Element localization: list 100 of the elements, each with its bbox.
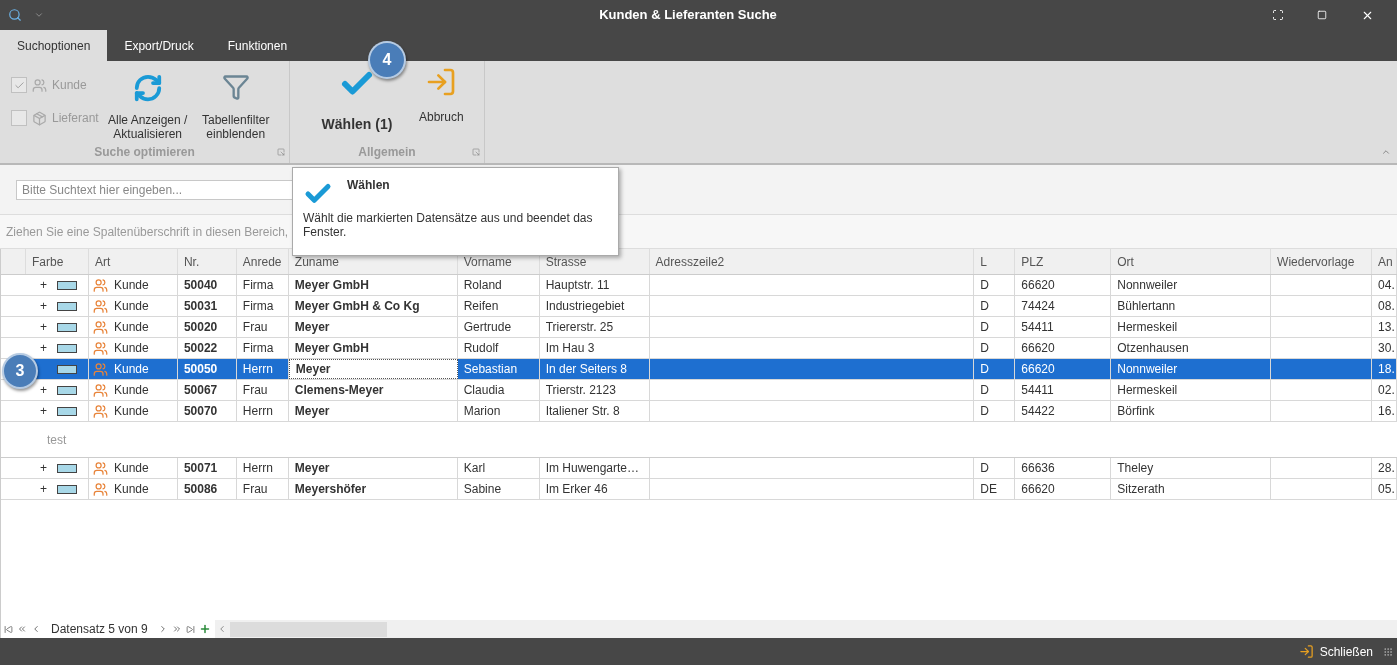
collapse-icon[interactable] [1381,147,1391,157]
column-header[interactable]: Art [88,249,178,274]
refresh-button[interactable]: Alle Anzeigen / Aktualisieren [104,73,191,141]
table-cell-text: 66620 [1021,361,1055,378]
table-cell-text: Meyer [294,403,330,420]
launcher-icon[interactable] [472,148,480,156]
table-cell-text: Clemens-Meyer [294,382,384,399]
table-cell-text: Kunde [113,481,149,498]
expand-toggle[interactable]: + [40,318,47,336]
expand-toggle[interactable]: + [40,459,47,477]
table-cell-text: 16. [1378,403,1395,420]
cancel-button[interactable]: Abbruch [419,66,464,126]
table-cell-text: Hauptstr. 11 [545,277,610,294]
table-cell-text: 13. [1378,319,1395,336]
table-cell-text: 66620 [1021,340,1055,357]
table-row[interactable]: + Kunde 50067 Frau Clemens-Meyer Claudia Trierstr. 2123 D 54411 Hermeskeil 02. [1,380,1397,401]
table-cell-text: 54411 [1021,319,1054,336]
ribbon-tab[interactable]: Funktionen [210,30,305,61]
people-icon [92,340,108,356]
table-cell-text: Frau [242,481,268,498]
expand-toggle[interactable]: + [40,402,47,420]
fullscreen-icon[interactable] [1272,9,1284,21]
previous-record-icon[interactable] [31,624,41,634]
column-header[interactable]: Adresszeile2 [649,249,975,274]
table-cell-text: Kunde [113,277,149,294]
table-cell-text: Meyer [294,319,330,336]
table-cell-text: 02. [1378,382,1395,399]
table-cell-text: 66620 [1021,481,1055,498]
dropdown-icon[interactable] [34,10,44,20]
column-header[interactable]: An [1372,249,1397,274]
group-row-label: test [47,431,67,449]
maximize-icon[interactable] [1317,10,1327,20]
table-row[interactable]: + Kunde 50031 Firma Meyer GmbH & Co Kg Reifen Industriegebiet D 74424 Bühlertann 08. [1,296,1397,317]
refresh-icon [132,73,163,103]
table-row[interactable]: + Kunde 50086 Frau Meyershöfer Sabine Im Erker 46 DE 66620 Sitzerath 05. [1,479,1397,500]
table-cell-text: 50020 [183,319,218,336]
scrollbar-thumb[interactable] [229,621,387,637]
table-cell-text: Roland [463,277,502,294]
column-header[interactable]: Farbe [26,249,89,274]
table-cell-text: Kunde [113,340,149,357]
search-icon[interactable] [8,8,22,22]
previous-page-icon[interactable] [17,624,27,634]
group-label: Allgemein [358,144,416,161]
add-icon[interactable] [198,623,211,635]
table-cell-text: Sitzerath [1117,481,1165,498]
group-label: Suche optimieren [94,144,195,161]
checkbox[interactable] [11,110,27,126]
resize-grip-icon[interactable] [1383,646,1393,657]
launcher-icon[interactable] [277,148,285,156]
first-record-icon[interactable] [4,624,13,634]
table-cell-text: Im Huwengarte… [545,460,639,477]
expand-toggle[interactable]: + [40,276,47,294]
table-row[interactable]: + Kunde 50040 Firma Meyer GmbH Roland Hauptstr. 11 D 66620 Nonnweiler 04. [1,275,1397,296]
table-cell-text: 04. [1378,277,1395,294]
filter-button[interactable]: Tabellenfilter einblenden [196,73,275,141]
table-cell-text: Reifen [463,298,499,315]
table-cell-text: Sebastian [463,361,518,378]
table-cell-text: Nonnweiler [1117,361,1178,378]
column-header[interactable]: L [974,249,1016,274]
table-cell-text: 66620 [1021,277,1055,294]
table-cell-text: Italiener Str. 8 [545,403,620,420]
expand-toggle[interactable]: + [40,381,47,399]
table-cell-text: Karl [463,460,486,477]
table-cell-text: Bühlertann [1117,298,1176,315]
expand-toggle[interactable]: + [40,480,47,498]
table-cell-text: 50071 [183,460,218,477]
last-record-icon[interactable] [185,624,195,634]
ribbon-tab[interactable]: Suchoptionen [0,30,108,61]
table-row[interactable]: + Kunde 50070 Herrn Meyer Marion Italiener Str. 8 D 54422 Börfink 16. [1,401,1397,422]
table-cell-text: 50086 [183,481,218,498]
column-header[interactable]: Anrede [236,249,289,274]
expand-toggle[interactable]: + [40,297,47,315]
check-icon [13,79,25,91]
table-cell-text: 50050 [183,361,218,378]
people-icon [92,361,108,377]
table-cell-text: D [980,460,989,477]
people-icon [92,277,108,293]
table-cell-text: Kunde [113,298,149,315]
column-header[interactable]: Nr. [177,249,237,274]
table-cell-text: Börfink [1117,403,1155,420]
table-row[interactable]: + Kunde 50071 Herrn Meyer Karl Im Huwengarte… D 66636 Theley 28. [1,458,1397,479]
close-window-button[interactable]: Schließen [1298,642,1373,661]
table-cell-text: Trierstr. 2123 [545,382,616,399]
people-icon [92,460,108,476]
people-icon [92,403,108,419]
table-cell-text: Im Hau 3 [545,340,595,357]
checkbox[interactable] [11,77,27,93]
column-header[interactable]: Wiedervorlage [1271,249,1372,274]
ribbon-tab[interactable]: Export/Druck [107,30,211,61]
next-page-icon[interactable] [171,624,182,634]
column-header[interactable]: PLZ [1015,249,1112,274]
expand-toggle[interactable]: + [40,339,47,357]
group-panel-hint: Ziehen Sie eine Spaltenüberschrift in diesen Bereich, [6,223,289,241]
table-cell-text: Firma [242,340,274,357]
table-cell-text: 74424 [1021,298,1055,315]
table-row[interactable]: + Kunde 50020 Frau Meyer Gertrude Triererstr. 25 D 54411 Hermeskeil 13. [1,317,1397,338]
table-cell-text: Hermeskeil [1117,319,1178,336]
column-header[interactable]: Ort [1111,249,1272,274]
filter-icon [221,73,250,101]
table-cell-text: Rudolf [463,340,499,357]
